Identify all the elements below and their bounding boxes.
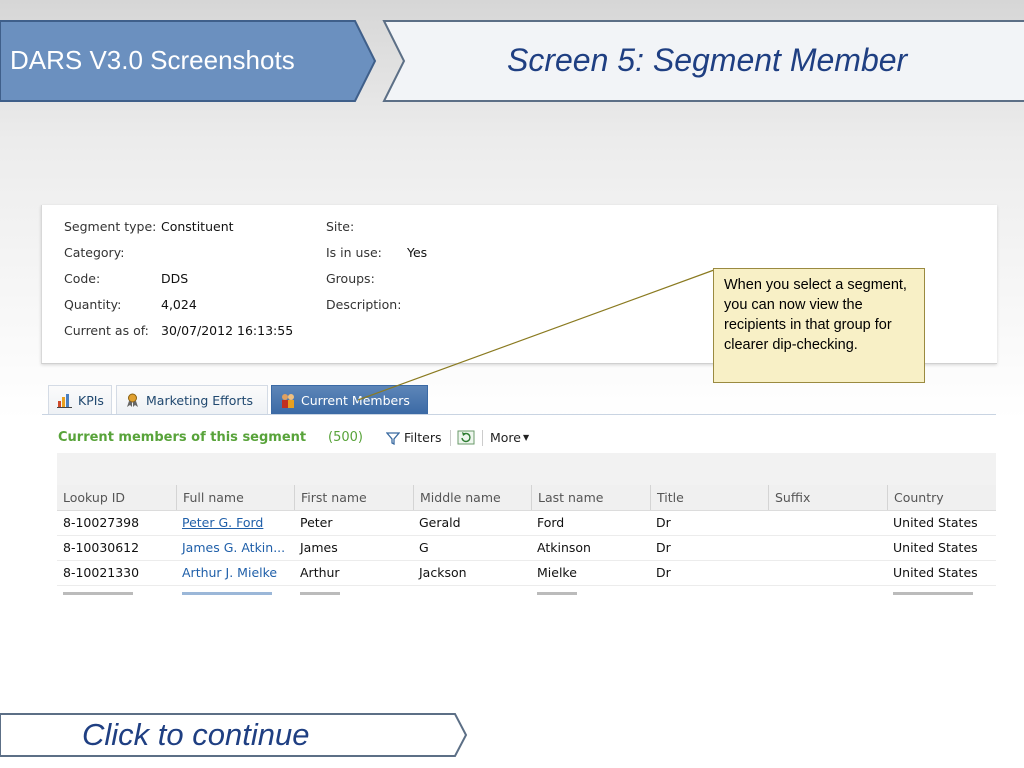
screenshot-panel: Segment type: Constituent Category: Code…	[38, 205, 997, 595]
kpi-chart-icon	[57, 393, 72, 408]
col-suffix[interactable]: Suffix	[768, 485, 887, 510]
code-value: DDS	[161, 271, 189, 286]
tab-kpis-label: KPIs	[78, 392, 104, 408]
cell-full-name-link[interactable]: James G. Atkin...	[176, 535, 294, 560]
toolbar-divider-1	[450, 430, 451, 446]
cell-lookup-id: 8-10021330	[63, 565, 140, 580]
col-last-name[interactable]: Last name	[531, 485, 650, 510]
cut-off-row-text	[63, 592, 133, 595]
segment-type-label: Segment type:	[64, 219, 157, 234]
tab-current-members-label: Current Members	[301, 392, 410, 408]
cut-off-row-text	[182, 592, 272, 595]
col-middle-name[interactable]: Middle name	[413, 485, 531, 510]
members-icon	[280, 393, 295, 408]
site-label: Site:	[326, 219, 355, 234]
members-count: (500)	[328, 430, 363, 445]
in-use-label: Is in use:	[326, 245, 382, 260]
refresh-icon	[457, 430, 475, 445]
quantity-label: Quantity:	[64, 297, 122, 312]
groups-label: Groups:	[326, 271, 375, 286]
col-title[interactable]: Title	[650, 485, 768, 510]
cell-country: United States	[893, 565, 978, 580]
cell-suffix	[768, 510, 887, 535]
more-menu-button[interactable]: More ▼	[490, 430, 529, 445]
cell-middle-name: G	[419, 540, 429, 555]
members-section-title: Current members of this segment	[58, 430, 307, 445]
tab-kpis[interactable]: KPIs	[48, 385, 112, 414]
members-grid: Lookup ID Full name First name Middle na…	[57, 485, 996, 595]
table-row[interactable]: 8-10027398 Peter G. Ford Peter Gerald Fo…	[57, 510, 996, 536]
table-row-partial	[57, 585, 996, 595]
tab-marketing-efforts-label: Marketing Efforts	[146, 392, 253, 408]
more-label: More	[490, 430, 521, 445]
cell-full-name-link[interactable]: Peter G. Ford	[176, 510, 294, 535]
caret-down-icon: ▼	[523, 433, 530, 442]
cell-country: United States	[893, 540, 978, 555]
cell-last-name: Ford	[537, 515, 565, 530]
toolbar-divider-2	[482, 430, 483, 446]
cell-full-name-link[interactable]: Arthur J. Mielke	[176, 560, 294, 585]
cell-suffix	[768, 560, 887, 585]
current-as-of-label: Current as of:	[64, 323, 149, 338]
cut-off-row-text	[893, 592, 973, 595]
continue-label: Click to continue	[82, 717, 310, 752]
cell-last-name: Mielke	[537, 565, 577, 580]
callout-note: When you select a segment, you can now v…	[713, 268, 925, 383]
table-row[interactable]: 8-10021330 Arthur J. Mielke Arthur Jacks…	[57, 560, 996, 586]
cell-title: Dr	[656, 565, 671, 580]
cell-country: United States	[893, 515, 978, 530]
tab-marketing-efforts[interactable]: Marketing Efforts	[116, 385, 268, 414]
cell-last-name: Atkinson	[537, 540, 591, 555]
cut-off-row-text	[537, 592, 577, 595]
cell-title: Dr	[656, 515, 671, 530]
grid-header-row: Lookup ID Full name First name Middle na…	[57, 485, 996, 511]
col-country[interactable]: Country	[887, 485, 996, 510]
left-banner-title: DARS V3.0 Screenshots	[10, 45, 295, 75]
filter-funnel-icon	[386, 431, 400, 445]
category-label: Category:	[64, 245, 125, 260]
col-first-name[interactable]: First name	[294, 485, 413, 510]
filters-button[interactable]: Filters	[386, 430, 441, 445]
grid-toolbar-strip	[57, 453, 996, 485]
description-label: Description:	[326, 297, 402, 312]
segment-tabs: KPIs Marketing Efforts Current Members	[42, 385, 996, 415]
tab-current-members[interactable]: Current Members	[271, 385, 428, 414]
table-row[interactable]: 8-10030612 James G. Atkin... James G Atk…	[57, 535, 996, 561]
in-use-value: Yes	[407, 245, 428, 260]
refresh-button[interactable]	[457, 430, 475, 445]
cell-first-name: Peter	[300, 515, 333, 530]
col-full-name[interactable]: Full name	[176, 485, 294, 510]
col-lookup-id[interactable]: Lookup ID	[57, 485, 175, 510]
cell-suffix	[768, 535, 887, 560]
current-as-of-value: 30/07/2012 16:13:55	[161, 323, 294, 338]
marketing-ribbon-icon	[125, 393, 140, 408]
header-left-banner: DARS V3.0 Screenshots	[0, 18, 380, 104]
quantity-value: 4,024	[161, 297, 197, 312]
cell-first-name: James	[300, 540, 338, 555]
segment-type-value: Constituent	[161, 219, 234, 234]
page-title: Screen 5: Segment Member	[507, 42, 908, 78]
cut-off-row-text	[300, 592, 340, 595]
code-label: Code:	[64, 271, 101, 286]
cell-lookup-id: 8-10027398	[63, 515, 140, 530]
cell-title: Dr	[656, 540, 671, 555]
continue-button[interactable]: Click to continue	[0, 712, 470, 758]
cell-lookup-id: 8-10030612	[63, 540, 140, 555]
cell-middle-name: Jackson	[419, 565, 467, 580]
cell-first-name: Arthur	[300, 565, 340, 580]
filters-label: Filters	[404, 430, 442, 445]
cell-middle-name: Gerald	[419, 515, 461, 530]
